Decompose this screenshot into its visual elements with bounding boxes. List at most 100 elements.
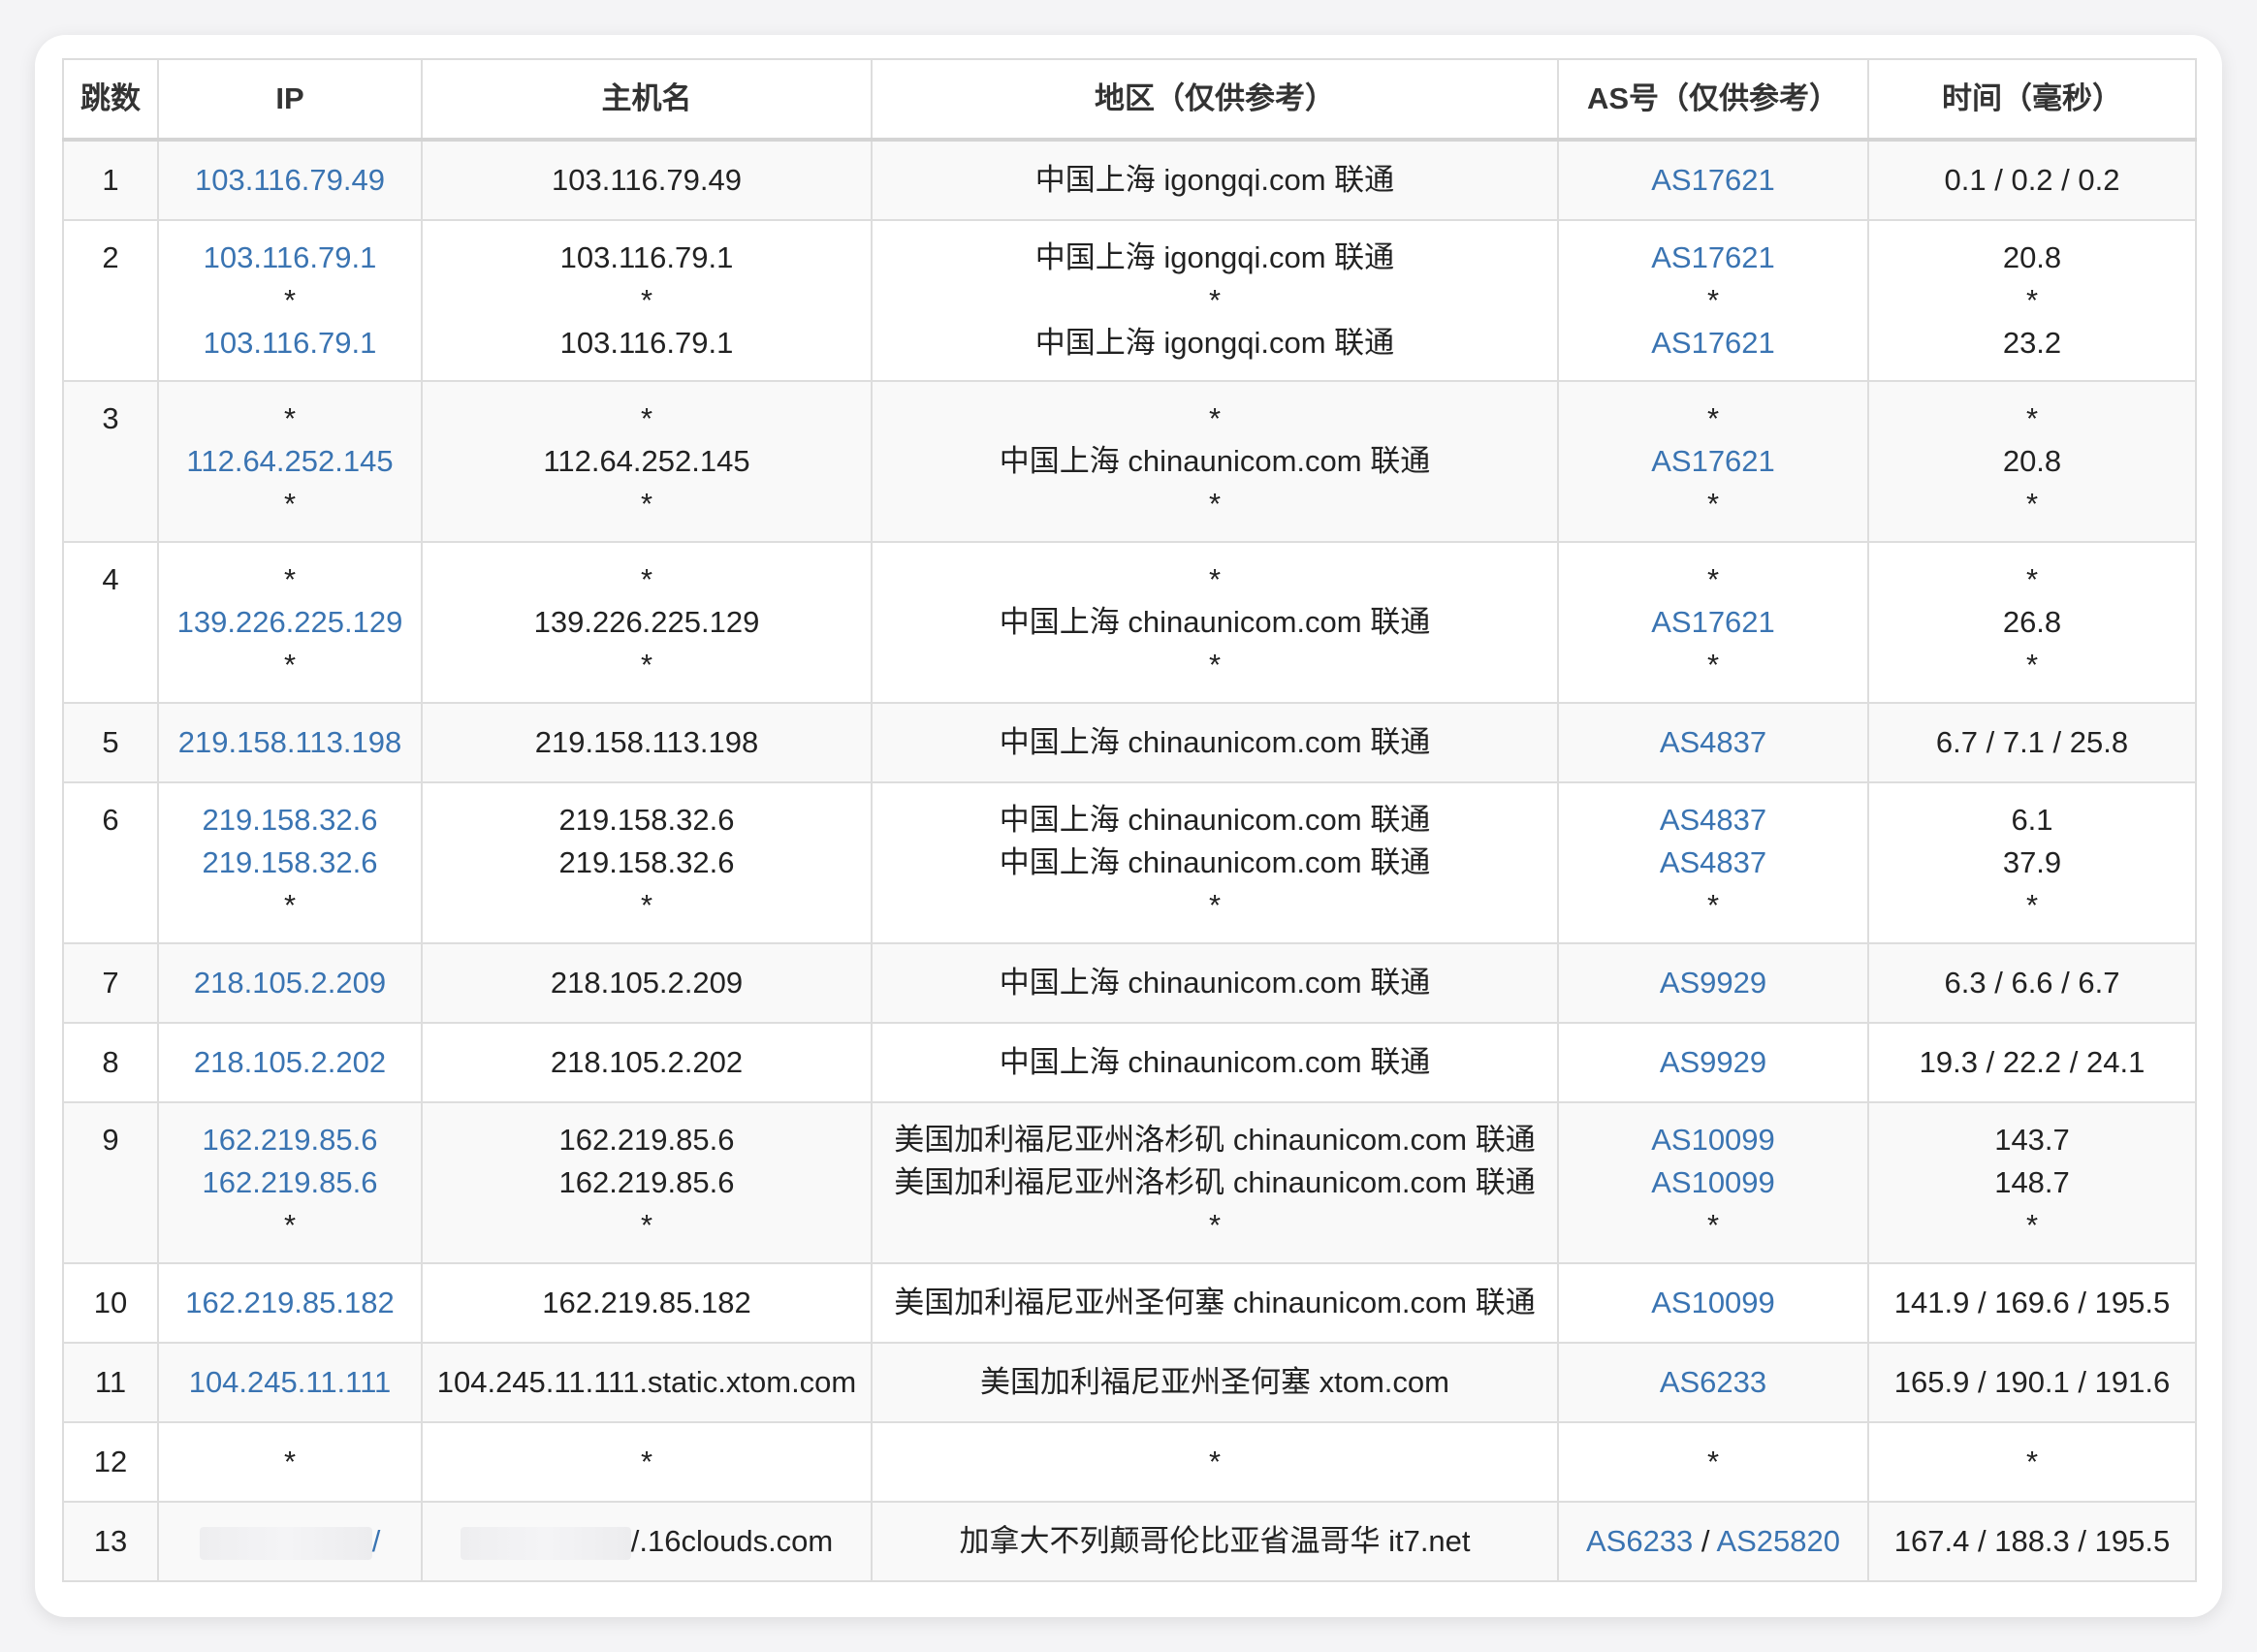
time-text: 167.4 / 188.3 / 195.5 — [1893, 1524, 2171, 1558]
ip-cell: 162.219.85.182 — [157, 1262, 423, 1344]
ip-text: * — [283, 562, 297, 596]
ip-text: * — [283, 487, 297, 521]
hop-number: 7 — [102, 966, 119, 1000]
hop-cell: 2 — [62, 219, 159, 382]
ip-cell: * 139.226.225.129 * — [157, 541, 423, 704]
ip-link[interactable]: 219.158.32.6 — [165, 799, 415, 842]
as-link[interactable]: AS4837 — [1565, 842, 1861, 884]
time-cell: 165.9 / 190.1 / 191.6 — [1867, 1342, 2197, 1423]
as-link[interactable]: AS4837 — [1565, 799, 1861, 842]
region-cell: * 中国上海 chinaunicom.com 联通 * — [871, 541, 1559, 704]
time-cell: 143.7 148.7 * — [1867, 1101, 2197, 1264]
as-cell: AS9929 — [1557, 942, 1869, 1024]
ip-text: * — [283, 1208, 297, 1242]
region-text: 加拿大不列颠哥伦比亚省温哥华 it7.net — [959, 1524, 1471, 1558]
ip-link[interactable]: 219.158.113.198 — [165, 721, 415, 764]
host-text: 103.116.79.1 — [559, 326, 734, 360]
region-text: 中国上海 chinaunicom.com 联通 — [999, 1045, 1431, 1079]
time-text: * — [2025, 401, 2039, 435]
host-text: 162.219.85.6 — [558, 1123, 735, 1157]
ip-link[interactable]: 103.116.79.49 — [165, 159, 415, 202]
as-link[interactable]: AS17621 — [1565, 322, 1861, 365]
region-cell: 中国上海 chinaunicom.com 联通 — [871, 1022, 1559, 1103]
region-text: 美国加利福尼亚州圣何塞 chinaunicom.com 联通 — [894, 1286, 1536, 1319]
as-link[interactable]: AS9929 — [1565, 962, 1861, 1004]
host-text: 218.105.2.202 — [550, 1045, 744, 1079]
as-link[interactable]: AS6233 — [1586, 1524, 1693, 1558]
as-link[interactable]: AS10099 — [1565, 1119, 1861, 1161]
ip-link[interactable]: / — [372, 1524, 381, 1558]
time-text: 6.7 / 7.1 / 25.8 — [1935, 725, 2129, 759]
as-link[interactable]: AS17621 — [1565, 601, 1861, 644]
ip-link[interactable]: 218.105.2.202 — [165, 1041, 415, 1084]
region-text: 中国上海 igongqi.com 联通 — [1034, 326, 1395, 360]
region-cell: 加拿大不列颠哥伦比亚省温哥华 it7.net — [871, 1501, 1559, 1582]
time-cell: 6.1 37.9 * — [1867, 781, 2197, 944]
host-text: 162.219.85.182 — [542, 1286, 751, 1319]
host-text: 103.116.79.1 — [559, 240, 734, 274]
host-text: * — [640, 648, 653, 682]
as-link[interactable]: AS10099 — [1565, 1282, 1861, 1324]
hop-number: 4 — [102, 562, 119, 596]
ip-link[interactable]: 139.226.225.129 — [165, 601, 415, 644]
region-text: 中国上海 chinaunicom.com 联通 — [999, 803, 1431, 837]
region-cell: 中国上海 chinaunicom.com 联通 — [871, 702, 1559, 783]
ip-text: * — [283, 283, 297, 317]
as-link[interactable]: AS9929 — [1565, 1041, 1861, 1084]
ip-link[interactable]: 162.219.85.182 — [165, 1282, 415, 1324]
host-text: * — [640, 1445, 653, 1478]
table-row: 3 * 112.64.252.145 * * 112.64.252.145 * * 中国上海 c… — [62, 380, 2197, 543]
as-text: * — [1706, 487, 1720, 521]
table-row: 6 219.158.32.6 219.158.32.6 * 219.158.32.6 21… — [62, 781, 2197, 944]
hop-cell: 8 — [62, 1022, 159, 1103]
ip-cell: 103.116.79.49 — [157, 139, 423, 221]
time-text: * — [2025, 888, 2039, 922]
as-link[interactable]: AS6233 — [1565, 1361, 1861, 1404]
ip-link[interactable]: 162.219.85.6 — [165, 1161, 415, 1204]
region-text: * — [1208, 283, 1222, 317]
hostname-cell: 103.116.79.1 * 103.116.79.1 — [421, 219, 873, 382]
ip-link[interactable]: 103.116.79.1 — [165, 322, 415, 365]
ip-cell: 218.105.2.202 — [157, 1022, 423, 1103]
host-text: 219.158.32.6 — [558, 803, 735, 837]
header-hop: 跳数 — [62, 58, 159, 142]
region-text: 中国上海 chinaunicom.com 联通 — [999, 605, 1431, 639]
time-text: 0.1 / 0.2 / 0.2 — [1944, 163, 2120, 197]
ip-link[interactable]: 162.219.85.6 — [165, 1119, 415, 1161]
host-text: 219.158.32.6 — [558, 845, 735, 879]
time-text: 143.7 — [1994, 1123, 2070, 1157]
ip-link[interactable]: 219.158.32.6 — [165, 842, 415, 884]
hop-number: 8 — [102, 1045, 119, 1079]
host-text: * — [640, 1208, 653, 1242]
as-link[interactable]: AS17621 — [1565, 237, 1861, 279]
region-cell: 美国加利福尼亚州洛杉矶 chinaunicom.com 联通 美国加利福尼亚州洛杉… — [871, 1101, 1559, 1264]
region-cell: 中国上海 igongqi.com 联通 * 中国上海 igongqi.com 联通 — [871, 219, 1559, 382]
ip-link[interactable]: 103.116.79.1 — [165, 237, 415, 279]
ip-link[interactable]: 218.105.2.209 — [165, 962, 415, 1004]
time-text: * — [2025, 283, 2039, 317]
region-cell: 中国上海 chinaunicom.com 联通 — [871, 942, 1559, 1024]
time-text: 37.9 — [2002, 845, 2062, 879]
as-cell: * AS17621 * — [1557, 380, 1869, 543]
as-link[interactable]: AS25820 — [1716, 1524, 1840, 1558]
ip-cell: * 112.64.252.145 * — [157, 380, 423, 543]
region-cell: 美国加利福尼亚州圣何塞 chinaunicom.com 联通 — [871, 1262, 1559, 1344]
region-cell: * 中国上海 chinaunicom.com 联通 * — [871, 380, 1559, 543]
hop-number: 13 — [93, 1524, 128, 1558]
as-text: * — [1706, 401, 1720, 435]
hop-cell: 12 — [62, 1421, 159, 1503]
redacted-block — [199, 1526, 372, 1560]
region-text: * — [1208, 1445, 1222, 1478]
hop-number: 11 — [94, 1365, 127, 1399]
hostname-text: /.16clouds.com — [630, 1524, 834, 1558]
ip-link[interactable]: 112.64.252.145 — [165, 440, 415, 483]
time-text: 148.7 — [1994, 1165, 2070, 1199]
as-link[interactable]: AS10099 — [1565, 1161, 1861, 1204]
as-link[interactable]: AS17621 — [1565, 440, 1861, 483]
host-text: * — [640, 888, 653, 922]
as-link[interactable]: AS4837 — [1565, 721, 1861, 764]
as-link[interactable]: AS17621 — [1565, 159, 1861, 202]
ip-link[interactable]: 104.245.11.111 — [165, 1361, 415, 1404]
region-text: 美国加利福尼亚州洛杉矶 chinaunicom.com 联通 — [894, 1165, 1536, 1199]
hop-cell: 9 — [62, 1101, 159, 1264]
